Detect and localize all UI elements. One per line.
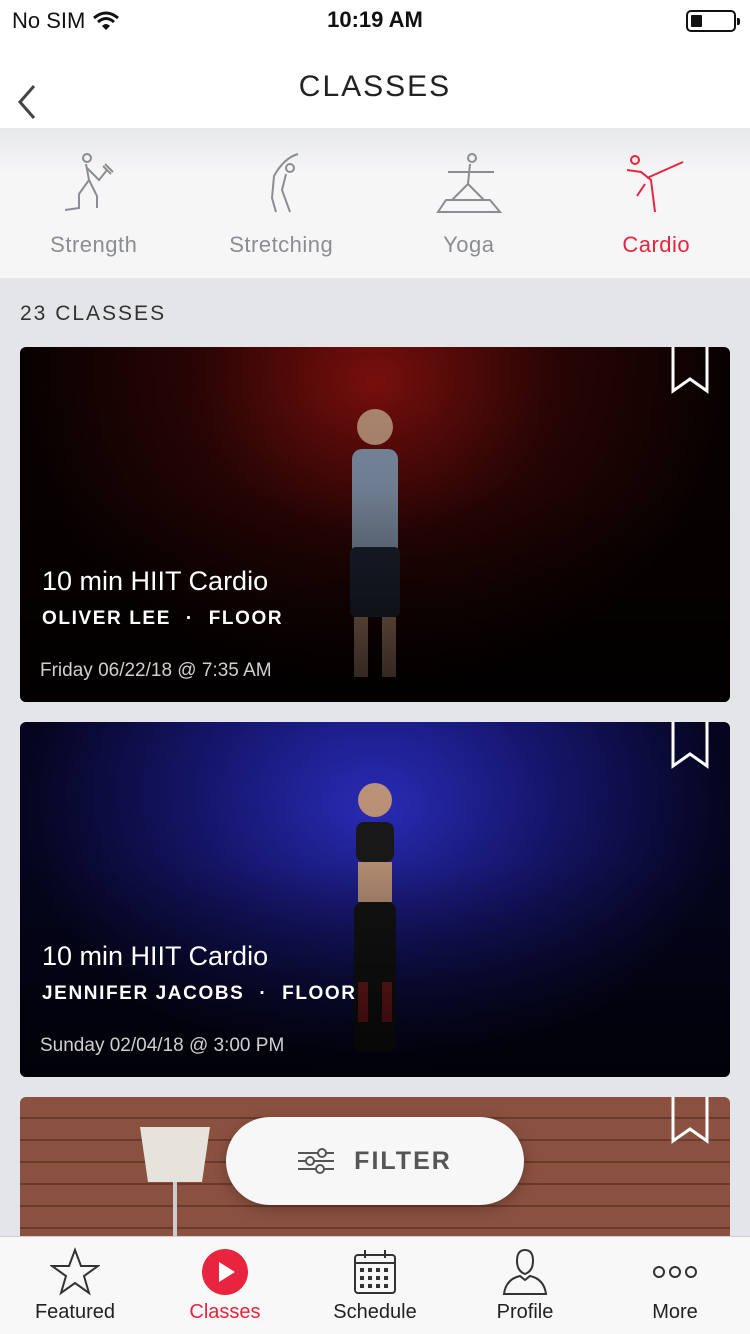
category-label: Yoga (443, 232, 495, 257)
tab-label: Featured (34, 1301, 116, 1323)
category-tabs: Strength Stretching Yoga Cardio (0, 128, 750, 278)
category-label: Cardio (622, 232, 691, 257)
meta-separator: · (185, 608, 194, 629)
card-overlay (20, 722, 730, 1077)
page-title: CLASSES (298, 70, 452, 103)
yoga-icon (435, 153, 502, 213)
tab-label: Profile (496, 1301, 554, 1323)
filter-label: FILTER (354, 1146, 452, 1175)
instructor-name: OLIVER LEE (42, 608, 171, 629)
more-icon (653, 1266, 697, 1278)
tab-label: More (652, 1301, 698, 1323)
tab-bar: Featured Classes Schedule Profile More (0, 1236, 750, 1334)
strength-icon (64, 153, 114, 211)
class-meta: OLIVER LEE · FLOOR (42, 608, 283, 630)
meta-separator: · (259, 983, 268, 1004)
category-label: Stretching (229, 232, 334, 257)
filter-button[interactable]: FILTER (226, 1117, 524, 1205)
discipline-label: FLOOR (208, 608, 284, 629)
category-label: Strength (50, 232, 138, 257)
play-icon (202, 1249, 248, 1295)
battery-icon (686, 10, 740, 32)
bookmark-icon[interactable] (670, 722, 710, 770)
card-overlay (20, 347, 730, 702)
tab-schedule[interactable]: Schedule (300, 1237, 450, 1334)
clock: 10:19 AM (327, 7, 423, 32)
class-title: 10 min HIIT Cardio (42, 941, 269, 971)
category-tab-strength[interactable]: Strength (0, 128, 188, 278)
category-tab-stretching[interactable]: Stretching (188, 128, 376, 278)
bookmark-icon[interactable] (670, 347, 710, 395)
calendar-icon (354, 1250, 396, 1294)
class-date: Sunday 02/04/18 @ 3:00 PM (40, 1035, 285, 1056)
bookmark-icon[interactable] (670, 1097, 710, 1145)
status-bar: No SIM 10:19 AM (0, 0, 750, 40)
cardio-icon (627, 155, 684, 213)
sliders-icon (298, 1148, 335, 1174)
class-meta: JENNIFER JACOBS · FLOOR (42, 983, 357, 1005)
tab-classes[interactable]: Classes (150, 1237, 300, 1334)
lamp-image (140, 1127, 210, 1247)
class-card[interactable]: 10 min HIIT Cardio OLIVER LEE · FLOOR Fr… (20, 347, 730, 702)
category-tab-yoga[interactable]: Yoga (375, 128, 563, 278)
nav-bar: CLASSES (0, 40, 750, 128)
tab-profile[interactable]: Profile (450, 1237, 600, 1334)
tab-label: Classes (189, 1301, 261, 1323)
stretching-icon (271, 153, 299, 213)
class-title: 10 min HIIT Cardio (42, 566, 269, 596)
tab-label: Schedule (333, 1301, 417, 1323)
star-icon (50, 1247, 100, 1296)
class-date: Friday 06/22/18 @ 7:35 AM (40, 660, 272, 681)
discipline-label: FLOOR (282, 983, 357, 1004)
instructor-name: JENNIFER JACOBS (42, 983, 245, 1004)
tab-more[interactable]: More (600, 1237, 750, 1334)
class-card[interactable]: 10 min HIIT Cardio JENNIFER JACOBS · FLO… (20, 722, 730, 1077)
tab-featured[interactable]: Featured (0, 1237, 150, 1334)
category-tab-cardio[interactable]: Cardio (563, 128, 750, 278)
class-count: 23 CLASSES (20, 302, 167, 325)
person-icon (502, 1248, 548, 1295)
